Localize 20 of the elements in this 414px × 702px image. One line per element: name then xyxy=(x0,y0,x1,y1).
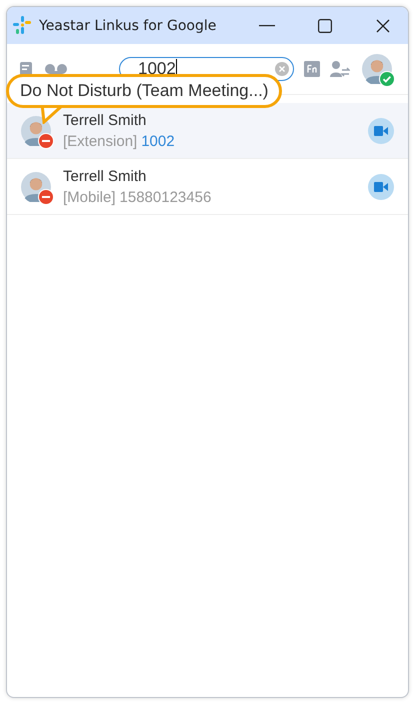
contact-row[interactable]: Terrell Smith [Mobile] 15880123456 xyxy=(7,159,408,215)
number-type: [Mobile] xyxy=(63,188,116,206)
close-icon xyxy=(376,18,390,32)
number-type: [Extension] xyxy=(63,132,138,150)
phone-number: 1002 xyxy=(141,132,175,150)
video-call-button[interactable] xyxy=(368,118,394,144)
video-camera-icon xyxy=(374,126,388,136)
transfer-icon[interactable] xyxy=(330,60,350,78)
contact-name: Terrell Smith xyxy=(63,168,148,184)
video-camera-icon xyxy=(374,182,388,192)
function-keys-icon[interactable] xyxy=(304,61,320,77)
window-title: Yeastar Linkus for Google xyxy=(39,18,218,34)
phone-number: 15880123456 xyxy=(120,188,212,206)
contact-row[interactable]: Terrell Smith [Extension] 1002 xyxy=(7,103,408,159)
contact-name: Terrell Smith xyxy=(63,112,148,128)
app-logo-icon xyxy=(13,16,31,36)
video-call-button[interactable] xyxy=(368,174,394,200)
minimize-icon xyxy=(259,24,275,26)
maximize-icon xyxy=(318,18,332,32)
clear-icon[interactable] xyxy=(275,62,289,76)
